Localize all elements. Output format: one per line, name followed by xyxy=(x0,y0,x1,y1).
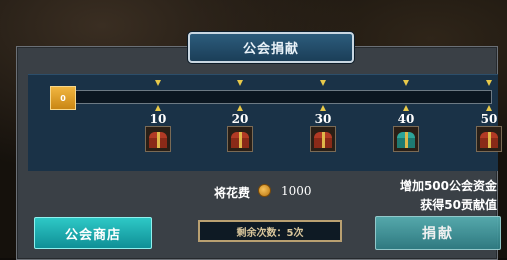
red-chest-icon[interactable] xyxy=(227,126,253,152)
reward-fund-text: 增加500公会资金 xyxy=(399,179,497,193)
guild-shop-button[interactable]: 公会商店 xyxy=(34,217,152,249)
cost-value: 1000 xyxy=(281,184,312,198)
gold-coin-icon xyxy=(258,184,271,197)
teal-chest-icon[interactable] xyxy=(393,126,419,152)
milestone-marker-top xyxy=(237,80,243,86)
milestone-label: 40 xyxy=(397,112,415,126)
milestone-marker-top xyxy=(155,80,161,86)
milestone-marker-top xyxy=(403,80,409,86)
red-chest-icon[interactable] xyxy=(476,126,502,152)
red-chest-icon[interactable] xyxy=(310,126,336,152)
milestone-marker-top xyxy=(486,80,492,86)
cost-label: 将花费 xyxy=(214,186,251,200)
milestone-label: 10 xyxy=(149,112,167,126)
panel-title: 公会捐献 xyxy=(188,32,354,63)
milestone-marker-bottom xyxy=(237,105,243,111)
milestone-label: 30 xyxy=(314,112,332,126)
milestone-label: 20 xyxy=(231,112,249,126)
progress-area xyxy=(28,74,498,171)
progress-track xyxy=(74,90,492,104)
milestone-label: 50 xyxy=(480,112,498,126)
progress-start-badge: 0 xyxy=(50,86,76,110)
milestone-marker-bottom xyxy=(320,105,326,111)
milestone-marker-top xyxy=(320,80,326,86)
milestone-marker-bottom xyxy=(155,105,161,111)
red-chest-icon[interactable] xyxy=(145,126,171,152)
remaining-count: 剩余次数：5次 xyxy=(198,220,342,242)
milestone-marker-bottom xyxy=(403,105,409,111)
milestone-marker-bottom xyxy=(486,105,492,111)
reward-contribution-text: 获得50贡献值 xyxy=(420,198,497,212)
donate-button[interactable]: 捐献 xyxy=(375,216,501,250)
